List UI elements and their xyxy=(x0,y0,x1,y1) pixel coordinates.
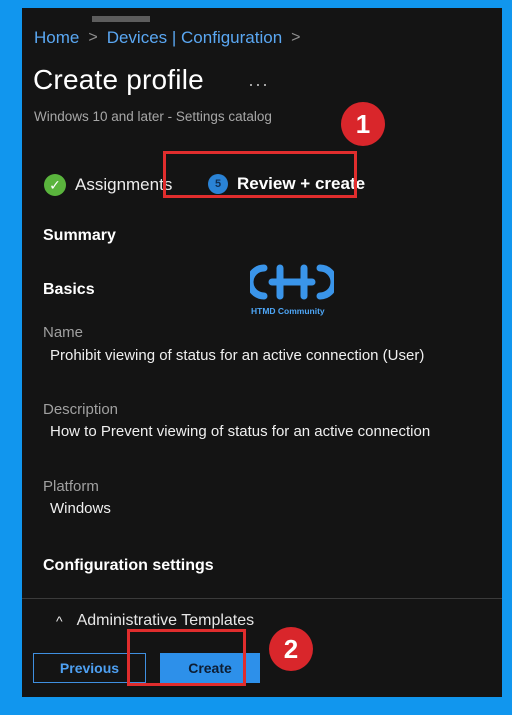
callout-highlight-review-step xyxy=(163,151,357,198)
breadcrumb-devices-link[interactable]: Devices | Configuration xyxy=(107,28,282,48)
configuration-settings-heading: Configuration settings xyxy=(43,557,214,574)
platform-value: Windows xyxy=(50,500,111,517)
callout-badge-1: 1 xyxy=(341,102,385,146)
step-assignments[interactable]: ✓ Assignments xyxy=(44,174,172,196)
administrative-templates-label: Administrative Templates xyxy=(76,612,255,629)
callout-highlight-create-button xyxy=(127,629,246,686)
platform-label: Platform xyxy=(43,478,99,495)
basics-heading: Basics xyxy=(43,281,95,298)
breadcrumb: Home > Devices | Configuration > xyxy=(34,28,301,48)
scroll-indicator xyxy=(92,16,150,22)
description-value: How to Prevent viewing of status for an … xyxy=(50,423,431,440)
summary-heading: Summary xyxy=(43,227,116,244)
chevron-up-icon: ^ xyxy=(56,613,63,629)
bottom-frame xyxy=(0,697,512,715)
divider xyxy=(22,598,502,599)
name-label: Name xyxy=(43,324,84,341)
check-circle-icon: ✓ xyxy=(44,174,66,196)
create-profile-panel: Home > Devices | Configuration > Create … xyxy=(22,8,502,705)
name-value: Prohibit viewing of status for an active… xyxy=(50,347,425,364)
more-options-icon[interactable]: ··· xyxy=(248,74,269,95)
chevron-right-icon: > xyxy=(291,29,301,46)
callout-badge-2: 2 xyxy=(269,627,313,671)
step-assignments-label: Assignments xyxy=(75,175,173,194)
page-title: Create profile xyxy=(33,64,204,95)
watermark-text: HTMD Community xyxy=(251,306,325,316)
breadcrumb-home-link[interactable]: Home xyxy=(34,28,79,48)
description-label: Description xyxy=(43,401,119,418)
page-subtitle: Windows 10 and later - Settings catalog xyxy=(34,109,272,124)
administrative-templates-section[interactable]: ^ Administrative Templates xyxy=(56,612,254,630)
chevron-right-icon: > xyxy=(88,29,98,46)
